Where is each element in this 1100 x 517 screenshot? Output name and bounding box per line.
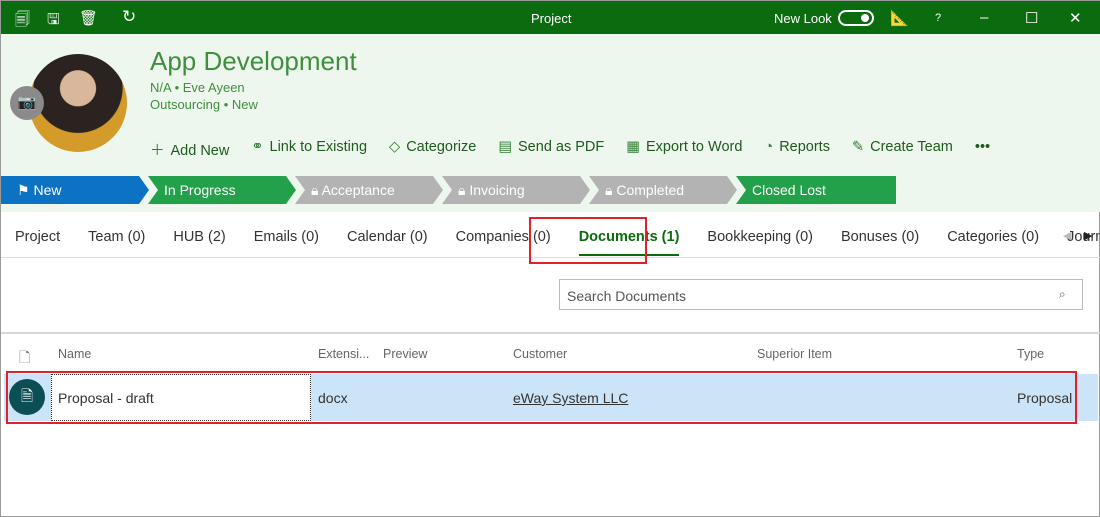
search-icon[interactable]: ⌕ xyxy=(1059,287,1066,302)
tab-calendar[interactable]: Calendar (0) xyxy=(333,216,442,257)
new-look-toggle[interactable] xyxy=(838,10,874,26)
window-title: Project xyxy=(531,11,572,26)
divider xyxy=(1,332,1100,334)
chart-pie-icon: ◔ xyxy=(764,139,774,155)
delete-icon[interactable]: 🗑 xyxy=(79,9,98,27)
tab-hub[interactable]: HUB (2) xyxy=(159,216,239,257)
add-new-button[interactable]: ＋ Add New xyxy=(150,139,229,160)
tab-emails[interactable]: Emails (0) xyxy=(240,216,333,257)
more-button[interactable]: ••• xyxy=(975,139,990,160)
stage-bar: ⚑ New In Progress 🔒︎ Acceptance 🔒︎ Invoi… xyxy=(1,176,896,204)
record-subtitle: N/A • Eve Ayeen xyxy=(150,80,245,95)
record-title: App Development xyxy=(150,46,357,76)
stage-new[interactable]: ⚑ New xyxy=(1,176,149,204)
stage-in-progress[interactable]: In Progress xyxy=(148,176,296,204)
camera-icon[interactable]: 📷 xyxy=(10,86,44,120)
column-preview[interactable]: Preview xyxy=(383,347,427,361)
lock-icon: 🔒︎ xyxy=(605,182,617,198)
link-existing-button[interactable]: ⚭ Link to Existing xyxy=(251,139,367,160)
tab-journal[interactable]: Journal xyxy=(1053,216,1100,257)
export-word-button[interactable]: ▦ Export to Word xyxy=(626,139,742,160)
file-column-icon: 🗋 xyxy=(19,349,31,365)
flag-icon: ⚑ xyxy=(17,182,34,198)
refresh-icon[interactable]: ↻ xyxy=(122,7,136,27)
stage-completed[interactable]: 🔒︎ Completed xyxy=(589,176,737,204)
column-type[interactable]: Type xyxy=(1017,347,1044,361)
create-team-button[interactable]: ✎ Create Team xyxy=(852,139,953,160)
tab-bonuses[interactable]: Bonuses (0) xyxy=(827,216,933,257)
team-icon: ✎ xyxy=(851,139,865,155)
link-icon: ⚭ xyxy=(251,139,264,155)
tab-categories[interactable]: Categories (0) xyxy=(933,216,1053,257)
column-superior-item[interactable]: Superior Item xyxy=(757,347,832,361)
help-button[interactable]: ? xyxy=(935,12,941,24)
maximize-button[interactable]: ☐ xyxy=(1025,9,1038,27)
highlight-box xyxy=(6,371,1077,424)
tab-project[interactable]: Project xyxy=(1,216,74,257)
highlight-box xyxy=(529,217,647,264)
close-button[interactable]: ✕ xyxy=(1069,9,1082,27)
action-toolbar: ＋ Add New ⚭ Link to Existing ◇ Categorize ▤… xyxy=(150,139,990,160)
column-name[interactable]: Name xyxy=(58,347,91,361)
save-icon[interactable]: 🖫 xyxy=(47,9,60,34)
save-close-icon[interactable]: 🗐 xyxy=(15,9,30,34)
stage-acceptance[interactable]: 🔒︎ Acceptance xyxy=(295,176,443,204)
stage-invoicing[interactable]: 🔒︎ Invoicing xyxy=(442,176,590,204)
tag-icon: ◇ xyxy=(389,139,401,155)
stage-closed-lost[interactable]: Closed Lost xyxy=(736,176,896,204)
lock-icon: 🔒︎ xyxy=(311,182,322,198)
title-bar: 🗐 🖫 🗑 ↻ Project New Look 📐 ? – ☐ ✕ xyxy=(1,1,1100,34)
new-look-label: New Look xyxy=(774,11,832,26)
search-input[interactable]: Search Documents xyxy=(559,279,1083,310)
scroll-right-icon[interactable]: ▶ xyxy=(1084,229,1092,242)
ruler-icon[interactable]: 📐 xyxy=(890,9,909,27)
categorize-button[interactable]: ◇ Categorize xyxy=(389,139,476,160)
minimize-button[interactable]: – xyxy=(980,9,988,26)
tab-bookkeeping[interactable]: Bookkeeping (0) xyxy=(693,216,827,257)
word-icon: ▦ xyxy=(626,139,640,155)
record-subtitle-2: Outsourcing • New xyxy=(150,97,258,112)
reports-button[interactable]: ◔ Reports xyxy=(764,139,830,160)
plus-icon: ＋ xyxy=(150,143,165,159)
column-customer[interactable]: Customer xyxy=(513,347,567,361)
lock-icon: 🔒︎ xyxy=(458,182,470,198)
scroll-left-icon[interactable]: ◀ xyxy=(1063,229,1071,242)
column-extension[interactable]: Extensi... xyxy=(318,347,369,361)
send-pdf-button[interactable]: ▤ Send as PDF xyxy=(498,139,604,160)
pdf-icon: ▤ xyxy=(498,139,513,155)
tab-team[interactable]: Team (0) xyxy=(74,216,159,257)
